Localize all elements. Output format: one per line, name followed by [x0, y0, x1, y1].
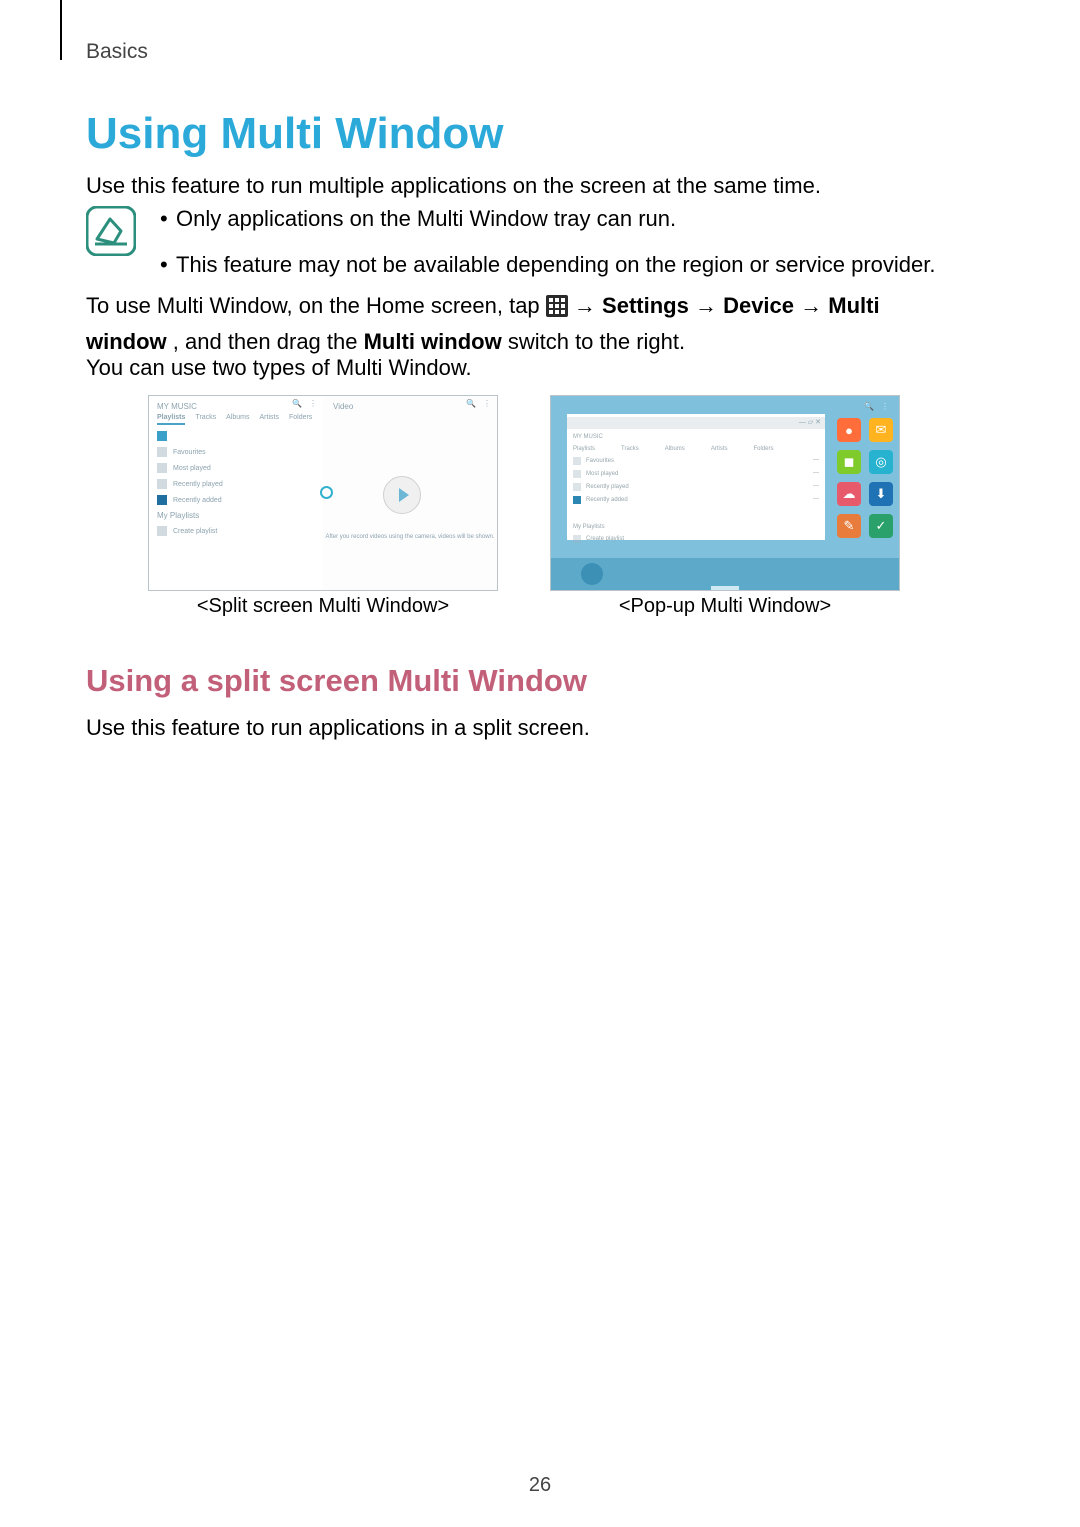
multiwindow-tray-col2: ✉ ◎ ⬇ ✓ — [869, 418, 893, 538]
section-header: Basics — [86, 40, 148, 64]
path-settings: Settings — [602, 293, 689, 318]
figure-popup: — ▱ ✕ MY MUSIC PlaylistsTracksAlbumsArti… — [550, 395, 900, 618]
header-rule — [60, 0, 62, 60]
note-block: •Only applications on the Multi Window t… — [86, 206, 935, 298]
popup-titlebar — [567, 417, 825, 429]
path-device: Device — [723, 293, 794, 318]
multiwindow-tray-col1: ● ◼ ☁ ✎ — [837, 418, 861, 538]
window-controls-icon: — ▱ ✕ — [799, 418, 821, 426]
text: To use Multi Window, on the Home screen,… — [86, 293, 546, 318]
tray-app-icon: ◼ — [837, 450, 861, 474]
tray-app-icon: ◎ — [869, 450, 893, 474]
figure-row: MY MUSIC PlaylistsTracksAlbumsArtistsFol… — [148, 395, 900, 618]
intro-paragraph: Use this feature to run multiple applica… — [86, 173, 821, 199]
home-icon — [581, 563, 603, 585]
note-list: •Only applications on the Multi Window t… — [160, 206, 935, 298]
note-icon — [86, 206, 136, 256]
music-tabs: PlaylistsTracksAlbumsArtistsFolders — [157, 414, 323, 425]
divider-handle-icon — [320, 486, 333, 499]
subheading: Using a split screen Multi Window — [86, 663, 587, 699]
popup-screenshot: — ▱ ✕ MY MUSIC PlaylistsTracksAlbumsArti… — [550, 395, 900, 591]
tray-app-icon: ✉ — [869, 418, 893, 442]
split-screenshot: MY MUSIC PlaylistsTracksAlbumsArtistsFol… — [148, 395, 498, 591]
instruction-paragraph: To use Multi Window, on the Home screen,… — [86, 290, 956, 358]
note-item: •Only applications on the Multi Window t… — [160, 206, 935, 232]
figure-split: MY MUSIC PlaylistsTracksAlbumsArtistsFol… — [148, 395, 498, 618]
status-icons: 🔍 ⋮ — [864, 402, 889, 411]
arrow: → — [800, 293, 828, 318]
video-hint: After you record videos using the camera… — [323, 534, 497, 540]
tray-app-icon: ⬇ — [869, 482, 893, 506]
bold-multiwindow: Multi window — [364, 329, 502, 354]
figure-caption: <Pop-up Multi Window> — [619, 595, 831, 618]
tray-app-icon: ✓ — [869, 514, 893, 538]
page-number: 26 — [0, 1474, 1080, 1497]
subheading-paragraph: Use this feature to run applications in … — [86, 715, 590, 741]
note-text: Only applications on the Multi Window tr… — [176, 206, 676, 232]
page-title: Using Multi Window — [86, 110, 504, 158]
figure-caption: <Split screen Multi Window> — [197, 595, 449, 618]
arrow: → — [574, 293, 602, 318]
arrow: → — [695, 293, 723, 318]
tray-handle-icon — [711, 586, 739, 590]
note-text: This feature may not be available depend… — [176, 252, 935, 278]
text: , and then drag the — [173, 329, 364, 354]
note-item: •This feature may not be available depen… — [160, 252, 935, 278]
popup-window: — ▱ ✕ MY MUSIC PlaylistsTracksAlbumsArti… — [567, 414, 825, 540]
page: Basics Using Multi Window Use this featu… — [0, 0, 1080, 1527]
apps-icon — [546, 294, 568, 326]
play-icon — [383, 476, 421, 514]
types-paragraph: You can use two types of Multi Window. — [86, 355, 472, 381]
tray-app-icon: ● — [837, 418, 861, 442]
split-left-pane: MY MUSIC PlaylistsTracksAlbumsArtistsFol… — [149, 396, 324, 590]
text: switch to the right. — [508, 329, 685, 354]
tray-app-icon: ☁ — [837, 482, 861, 506]
split-right-pane: Video 🔍 ⋮ After you record videos using … — [323, 396, 497, 590]
tray-app-icon: ✎ — [837, 514, 861, 538]
